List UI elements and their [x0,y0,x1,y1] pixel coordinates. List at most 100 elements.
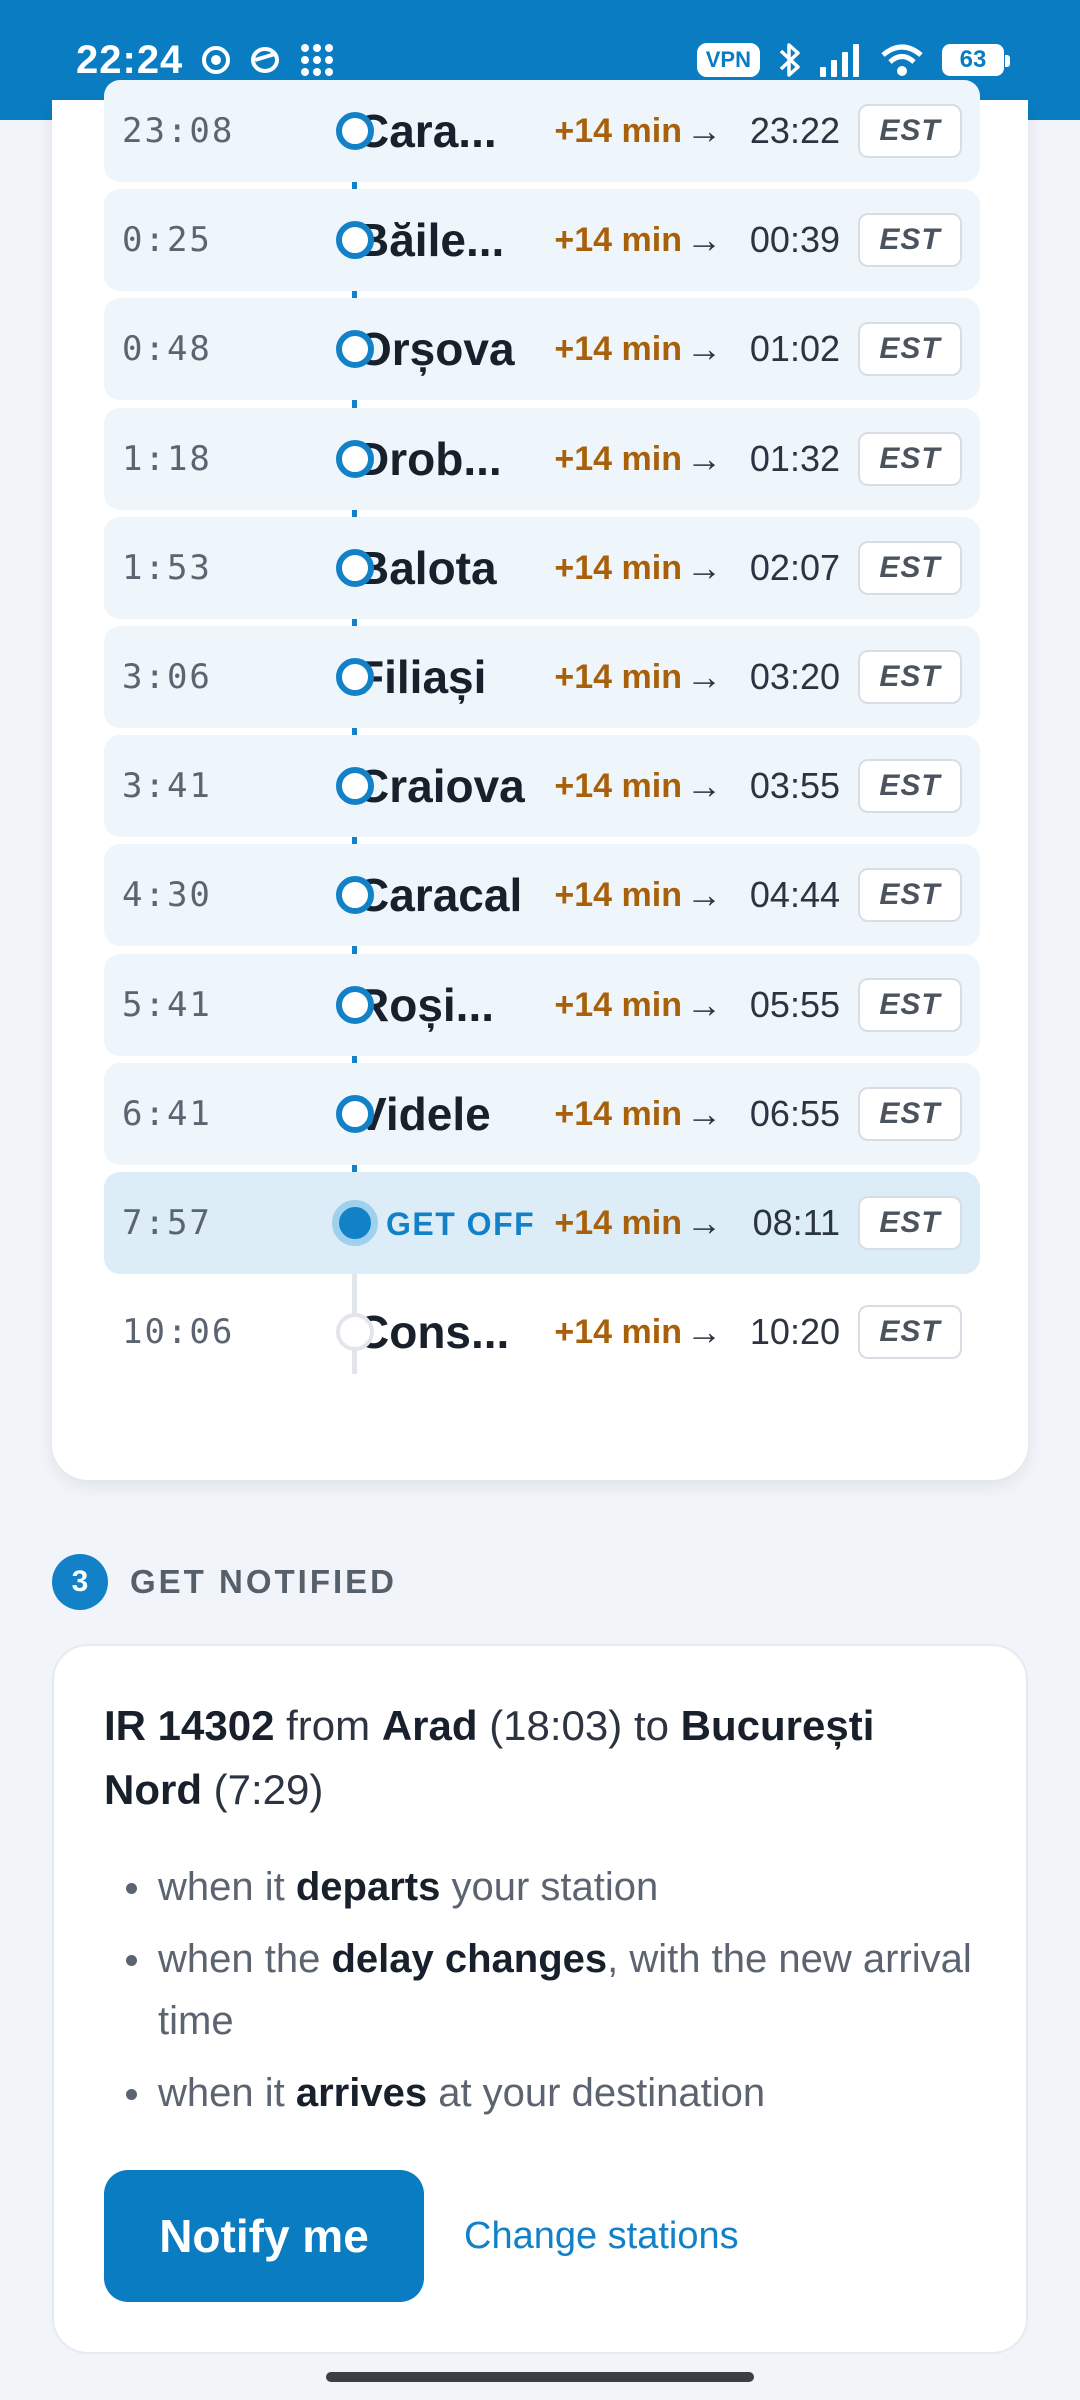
stop-estimated-time: 00:39 [749,219,840,261]
stop-delay: +14 min [554,876,682,915]
stop-row[interactable]: 6:41 Videle +14 min → 06:55 EST [104,1062,980,1165]
stop-marker [335,221,374,260]
est-badge: EST [858,1305,962,1360]
stop-row[interactable]: 3:06 Filiași +14 min → 03:20 EST [104,626,980,728]
from-word: from [286,1702,371,1749]
notify-card: IR 14302 from Arad (18:03) to București … [52,1644,1028,2354]
stop-scheduled-time: 3:06 [122,657,212,697]
stop-delay: +14 min [554,1204,682,1242]
stop-station-name: Cons... [356,1306,510,1359]
stop-station-name: Roși... [356,978,495,1031]
stop-row[interactable]: 3:41 Craiova +14 min → 03:55 EST [104,735,980,838]
stop-scheduled-time: 3:41 [122,766,212,807]
stop-station-name: Cara... [356,105,497,157]
stop-marker [335,112,374,150]
stop-scheduled-time: 23:08 [122,111,235,151]
arrow-right-icon: → [686,328,722,370]
change-stations-link[interactable]: Change stations [464,2170,739,2302]
stop-row[interactable]: 4:30 Caracal +14 min → 04:44 EST [104,844,980,947]
battery-icon: 63 [942,44,1010,76]
stop-row[interactable]: 1:18 Drob... +14 min → 01:32 EST [104,407,980,510]
arrow-right-icon: → [686,765,722,807]
stop-scheduled-time: 5:41 [122,984,212,1025]
wifi-icon [880,43,924,77]
stop-row[interactable]: 1:53 Balota +14 min → 02:07 EST [104,516,980,619]
est-badge: EST [858,1196,962,1250]
arrow-right-icon: → [686,1092,722,1134]
stop-station-name: Băile... [356,214,505,267]
grid-icon [299,42,335,78]
home-indicator[interactable] [326,2372,754,2382]
stop-station-name: Drob... [356,432,502,485]
vpn-badge: VPN [696,43,760,77]
notify-me-button[interactable]: Notify me [104,2170,424,2302]
stop-delay: +14 min [554,439,682,478]
stop-estimated-time: 03:20 [749,656,840,697]
arrow-right-icon: → [686,983,722,1025]
stop-marker [335,876,374,915]
stop-estimated-time: 03:55 [749,765,840,807]
est-badge: EST [858,431,962,486]
arrow-right-icon: → [686,437,722,479]
stop-estimated-time: 04:44 [749,874,840,916]
stop-delay: +14 min [554,548,682,587]
stop-marker [335,985,374,1024]
est-badge: EST [858,1086,962,1141]
notification-list: when it departs your station when the de… [104,1856,974,2134]
stop-station-name: Orșova [356,323,515,376]
get-off-tag: GET OFF [386,1206,536,1242]
stop-marker [335,1313,374,1352]
est-badge: EST [858,868,962,923]
stop-estimated-time: 01:02 [749,328,840,370]
origin-station: Arad [381,1702,478,1749]
status-time: 22:24 [76,37,184,82]
stop-row[interactable]: 23:08 Cara... +14 min → 23:22 EST [104,80,980,182]
stop-row[interactable]: 5:41 Roși... +14 min → 05:55 EST [104,953,980,1056]
bluetooth-icon [778,41,802,79]
est-badge: EST [858,213,962,268]
stop-marker [335,439,374,478]
stop-delay: +14 min [554,1313,682,1352]
stop-delay: +14 min [554,1094,682,1133]
stop-estimated-time: 06:55 [749,1092,840,1134]
stop-station-name: Caracal [356,869,523,922]
stop-marker [335,658,374,696]
stop-row[interactable]: 0:25 Băile... +14 min → 00:39 EST [104,189,980,292]
stop-scheduled-time: 1:53 [122,547,212,588]
stop-estimated-time: 08:11 [752,1202,840,1243]
arrow-right-icon: → [686,110,722,151]
arrow-right-icon: → [686,1202,722,1243]
stop-row[interactable]: 10:06 Cons... +14 min → 10:20 EST [104,1281,980,1383]
stop-scheduled-time: 10:06 [122,1312,235,1353]
stop-row[interactable]: 0:48 Orșova +14 min → 01:02 EST [104,298,980,401]
stop-marker [335,767,374,806]
stop-station-name: Craiova [356,760,525,813]
stop-delay: +14 min [554,767,682,806]
stop-marker [335,330,374,369]
arrow-right-icon: → [686,546,722,588]
stop-estimated-time: 10:20 [749,1311,840,1353]
stop-delay: +14 min [554,112,682,150]
arrow-right-icon: → [686,656,722,697]
signal-icon [820,43,862,77]
train-summary: IR 14302 from Arad (18:03) to București … [104,1694,974,1822]
section-title: GET NOTIFIED [130,1563,397,1600]
est-badge: EST [858,104,962,158]
origin-time: (18:03) [489,1702,623,1749]
notification-item-delay: when the delay changes, with the new arr… [104,1928,974,2052]
section-number-badge: 3 [52,1554,108,1610]
stop-scheduled-time: 4:30 [122,875,212,916]
stop-estimated-time: 02:07 [749,546,840,588]
est-badge: EST [858,540,962,595]
stop-marker [335,548,374,587]
chrome-icon [201,45,231,75]
stop-scheduled-time: 0:25 [122,220,212,261]
status-left: 22:24 [76,38,335,83]
to-word: to [633,1702,669,1749]
est-badge: EST [858,650,962,704]
arrow-right-icon: → [686,219,722,261]
stop-delay: +14 min [554,330,682,369]
stop-scheduled-time: 1:18 [122,438,212,479]
stop-row[interactable]: 7:57BGET OFF+14 min→08:11EST [104,1172,980,1274]
current-stop-marker [331,1200,378,1246]
